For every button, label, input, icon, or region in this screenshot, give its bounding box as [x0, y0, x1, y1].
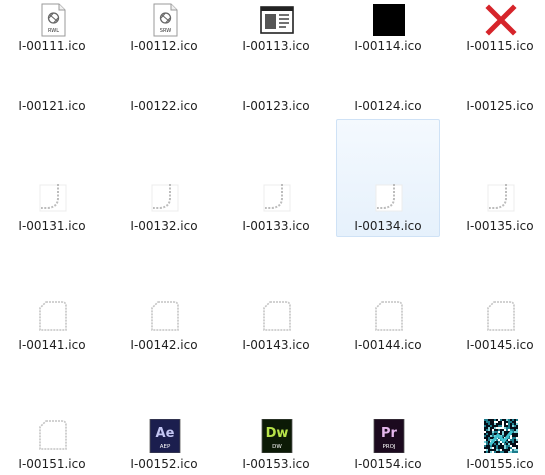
- blank-faint-icon: [372, 181, 406, 215]
- file-name-label: I-00121.ico: [18, 99, 86, 113]
- blank-page-icon: [36, 300, 70, 334]
- file-item[interactable]: I-00124.ico: [336, 0, 440, 118]
- file-item[interactable]: I-00125.ico: [448, 0, 545, 118]
- file-name-label: I-00135.ico: [466, 219, 534, 233]
- blank-faint-icon: [484, 181, 518, 215]
- file-item[interactable]: I-00132.ico: [112, 119, 216, 237]
- blank-page-icon: [148, 300, 182, 334]
- file-name-label: I-00145.ico: [466, 338, 534, 352]
- file-item[interactable]: SRW I-00122.ico: [112, 0, 216, 118]
- file-name-label: I-00133.ico: [242, 219, 310, 233]
- file-item[interactable]: I-00131.ico: [0, 119, 104, 237]
- file-name-label: I-00124.ico: [354, 99, 422, 113]
- file-name-label: I-00153.ico: [242, 457, 310, 471]
- after-effects-project-icon: Ae AEP: [148, 419, 182, 453]
- file-icon-grid: FAE I-00111.ico PSDX I-00112.ico 3DS I-0…: [0, 0, 545, 471]
- file-item[interactable]: I-00123.ico: [224, 0, 328, 118]
- noise-image-icon: [484, 419, 518, 453]
- file-item[interactable]: I-00151.ico: [0, 357, 104, 475]
- blank-page-icon: [260, 300, 294, 334]
- file-name-label: I-00155.ico: [466, 457, 534, 471]
- file-rwl-icon: RWL: [36, 3, 70, 37]
- svg-text:RWL: RWL: [48, 28, 59, 34]
- file-item[interactable]: I-00143.ico: [224, 238, 328, 356]
- file-item[interactable]: I-00142.ico: [112, 238, 216, 356]
- blank-faint-icon: [36, 181, 70, 215]
- svg-text:DW: DW: [272, 444, 282, 450]
- file-item[interactable]: I-00135.ico: [448, 119, 545, 237]
- file-item[interactable]: I-00134.ico: [336, 119, 440, 237]
- file-item[interactable]: I-00141.ico: [0, 238, 104, 356]
- window-document-icon: [260, 3, 294, 37]
- file-srw-icon: SRW: [148, 3, 182, 37]
- file-name-label: I-00122.ico: [130, 99, 198, 113]
- file-name-label: I-00125.ico: [466, 99, 534, 113]
- file-name-label: I-00154.ico: [354, 457, 422, 471]
- premiere-project-icon: Pr PROJ: [372, 419, 406, 453]
- file-name-label: I-00141.ico: [18, 338, 86, 352]
- svg-text:SRW: SRW: [160, 28, 171, 34]
- black-square-icon: [372, 3, 406, 37]
- svg-text:AEP: AEP: [160, 444, 171, 450]
- file-item[interactable]: I-00155.ico: [448, 357, 545, 475]
- red-x-icon: [484, 3, 518, 37]
- file-name-label: I-00151.ico: [18, 457, 86, 471]
- file-name-label: I-00123.ico: [242, 99, 310, 113]
- file-name-label: I-00132.ico: [130, 219, 198, 233]
- dreamweaver-file-icon: Dw DW: [260, 419, 294, 453]
- svg-text:PROJ: PROJ: [382, 444, 395, 450]
- file-item[interactable]: I-00145.ico: [448, 238, 545, 356]
- file-name-label: I-00134.ico: [354, 219, 422, 233]
- file-item[interactable]: Dw DW I-00153.ico: [224, 357, 328, 475]
- svg-text:Ae: Ae: [156, 426, 175, 441]
- blank-faint-icon: [260, 181, 294, 215]
- file-name-label: I-00131.ico: [18, 219, 86, 233]
- file-item[interactable]: RWL I-00121.ico: [0, 0, 104, 118]
- blank-page-icon: [36, 419, 70, 453]
- blank-page-icon: [372, 300, 406, 334]
- svg-text:Pr: Pr: [381, 426, 398, 441]
- file-item[interactable]: I-00144.ico: [336, 238, 440, 356]
- blank-page-icon: [484, 300, 518, 334]
- file-name-label: I-00142.ico: [130, 338, 198, 352]
- file-name-label: I-00143.ico: [242, 338, 310, 352]
- file-item[interactable]: Ae AEP I-00152.ico: [112, 357, 216, 475]
- svg-text:Dw: Dw: [266, 426, 289, 441]
- file-name-label: I-00144.ico: [354, 338, 422, 352]
- file-name-label: I-00152.ico: [130, 457, 198, 471]
- blank-faint-icon: [148, 181, 182, 215]
- file-item[interactable]: Pr PROJ I-00154.ico: [336, 357, 440, 475]
- file-item[interactable]: I-00133.ico: [224, 119, 328, 237]
